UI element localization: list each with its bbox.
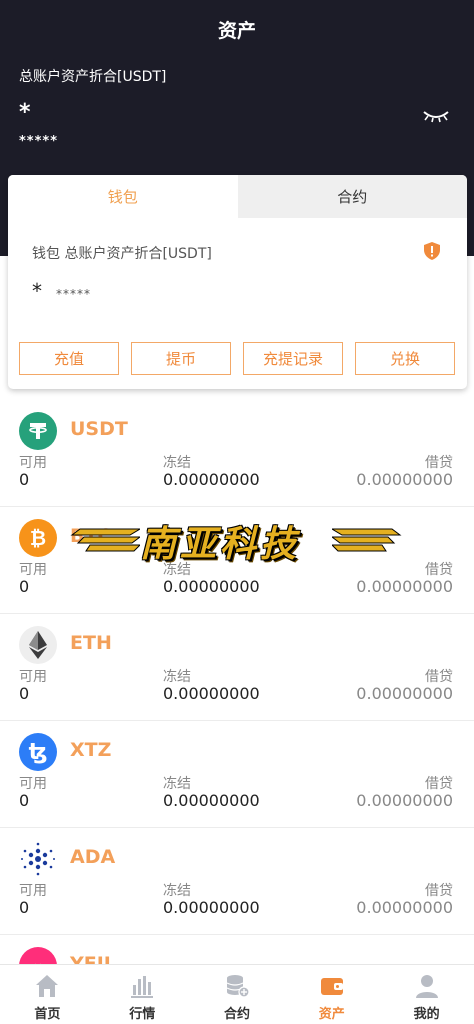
frozen-value: 0.00000000	[163, 898, 260, 917]
loan-label: 借贷	[425, 455, 453, 471]
frozen-label: 冻结	[163, 776, 191, 792]
chart-icon	[131, 976, 154, 998]
tab-wallet[interactable]: 钱包	[8, 175, 238, 218]
tab-label: 行情	[129, 1007, 156, 1022]
loan-value: 0.00000000	[356, 577, 453, 596]
coin-symbol: XTZ	[70, 739, 112, 761]
wallet-total-label: 钱包 总账户资产折合[USDT]	[32, 246, 212, 262]
available-value: 0	[19, 898, 30, 917]
shield-icon[interactable]	[423, 241, 441, 261]
available-label: 可用	[19, 455, 47, 471]
watermark-logo: 南亚科技	[70, 515, 410, 565]
tether-icon	[19, 412, 57, 450]
loan-value: 0.00000000	[356, 791, 453, 810]
bitcoin-icon: ₿	[19, 519, 57, 557]
deposit-button[interactable]: 充值	[19, 342, 119, 375]
coin-symbol: ADA	[70, 846, 116, 868]
tab-label: 首页	[34, 1007, 61, 1022]
available-label: 可用	[19, 776, 47, 792]
wallet-actions: 充值 提币 充提记录 兑换	[19, 342, 455, 375]
coin-row-xtz[interactable]: ꜩ XTZ 可用 冻结 借贷 0 0.00000000 0.00000000	[0, 721, 474, 828]
loan-label: 借贷	[425, 883, 453, 899]
coin-row-ada[interactable]: ADA 可用 冻结 借贷 0 0.00000000 0.00000000	[0, 828, 474, 935]
tab-home[interactable]: 首页	[0, 965, 95, 1024]
total-assets-sub: *****	[19, 134, 58, 149]
frozen-label: 冻结	[163, 455, 191, 471]
frozen-value: 0.00000000	[163, 684, 260, 703]
tab-market[interactable]: 行情	[95, 965, 190, 1024]
page-title: 资产	[217, 20, 256, 42]
records-button[interactable]: 充提记录	[243, 342, 343, 375]
loan-label: 借贷	[425, 669, 453, 685]
available-label: 可用	[19, 883, 47, 899]
loan-value: 0.00000000	[356, 470, 453, 489]
frozen-label: 冻结	[163, 669, 191, 685]
frozen-value: 0.00000000	[163, 791, 260, 810]
exchange-button[interactable]: 兑换	[355, 342, 455, 375]
tezos-icon: ꜩ	[19, 733, 57, 771]
tab-contract-nav[interactable]: 合约	[190, 965, 285, 1024]
tab-mine[interactable]: 我的	[379, 965, 474, 1024]
eye-closed-icon[interactable]	[422, 108, 450, 124]
frozen-value: 0.00000000	[163, 577, 260, 596]
loan-value: 0.00000000	[356, 684, 453, 703]
total-assets-value: *	[19, 100, 31, 125]
coin-symbol: USDT	[70, 418, 128, 440]
loan-label: 借贷	[425, 562, 453, 578]
ethereum-icon	[19, 626, 57, 664]
wallet-total-value: *	[32, 279, 42, 303]
withdraw-button[interactable]: 提币	[131, 342, 231, 375]
available-value: 0	[19, 791, 30, 810]
coin-symbol: ETH	[70, 632, 112, 654]
available-label: 可用	[19, 562, 47, 578]
cardano-icon	[19, 840, 57, 878]
tab-label: 资产	[318, 1007, 345, 1022]
frozen-label: 冻结	[163, 883, 191, 899]
tab-label: 我的	[413, 1007, 440, 1022]
database-icon	[226, 975, 250, 998]
tab-contract[interactable]: 合约	[237, 175, 467, 218]
account-tabs: 钱包 合约	[8, 175, 467, 218]
available-value: 0	[19, 470, 30, 489]
coin-row-usdt[interactable]: USDT 可用 冻结 借贷 0 0.00000000 0.00000000	[0, 400, 474, 507]
watermark-text: 南亚科技	[140, 524, 301, 565]
loan-label: 借贷	[425, 776, 453, 792]
coin-row-eth[interactable]: ETH 可用 冻结 借贷 0 0.00000000 0.00000000	[0, 614, 474, 721]
wing-right-icon	[332, 528, 402, 552]
tab-assets[interactable]: 资产	[284, 965, 379, 1024]
total-assets-label: 总账户资产折合[USDT]	[19, 69, 167, 85]
available-label: 可用	[19, 669, 47, 685]
wallet-card: 钱包 合约 钱包 总账户资产折合[USDT] * ***** 充值 提币 充提记…	[8, 175, 467, 389]
home-icon	[36, 975, 59, 997]
wallet-icon	[320, 978, 343, 995]
wing-left-icon	[70, 528, 140, 552]
tab-label: 合约	[223, 1007, 250, 1022]
available-value: 0	[19, 684, 30, 703]
available-value: 0	[19, 577, 30, 596]
user-icon	[415, 975, 438, 998]
frozen-value: 0.00000000	[163, 470, 260, 489]
bottom-tabbar: 首页 行情 合约 资产 我的	[0, 964, 474, 1024]
wallet-total-sub: *****	[56, 287, 91, 301]
loan-value: 0.00000000	[356, 898, 453, 917]
